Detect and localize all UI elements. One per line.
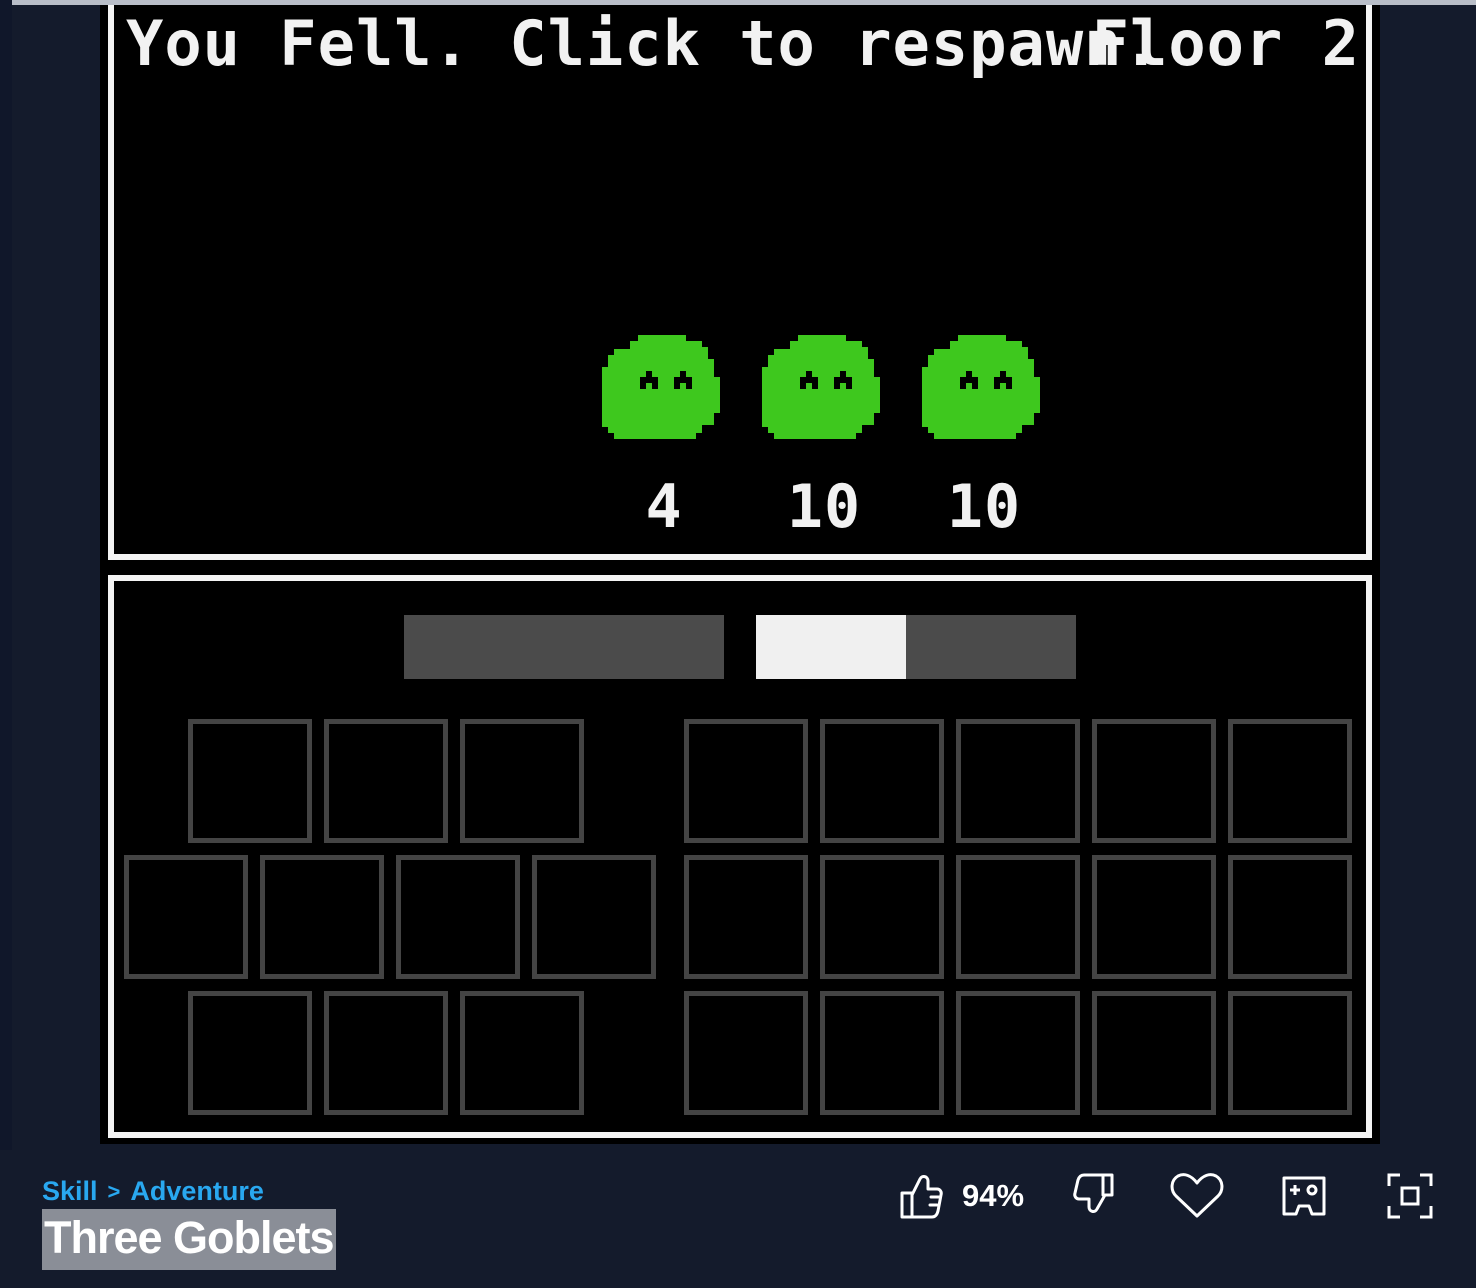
respawn-status-text[interactable]: You Fell. Click to respawn. (126, 13, 1161, 75)
left-rail (0, 0, 12, 1150)
backpack-slot[interactable] (820, 991, 944, 1115)
thumbs-down-icon (1073, 1173, 1114, 1213)
backpack-slot[interactable] (956, 991, 1080, 1115)
game-info-bar: Skill > Adventure Three Goblets 94% (0, 1150, 1476, 1288)
favorite-button[interactable] (1170, 1166, 1224, 1226)
game-viewport[interactable]: You Fell. Click to respawn. Floor 2 4 10… (108, 5, 1372, 560)
slime-enemy-2[interactable] (762, 335, 886, 443)
game-actions: 94% (0, 1166, 1476, 1226)
energy-bar (756, 615, 1076, 679)
slime-count-2: 10 (786, 472, 862, 542)
fullscreen-icon (1387, 1173, 1433, 1219)
equipment-slot[interactable] (324, 719, 448, 843)
health-bar (404, 615, 724, 679)
backpack-slot[interactable] (1228, 855, 1352, 979)
like-button[interactable]: 94% (898, 1166, 1024, 1226)
backpack-slot[interactable] (956, 855, 1080, 979)
dislike-button[interactable] (1072, 1166, 1118, 1226)
backpack-slot[interactable] (684, 991, 808, 1115)
equipment-slot[interactable] (188, 719, 312, 843)
backpack-slot[interactable] (956, 719, 1080, 843)
backpack-slot[interactable] (820, 855, 944, 979)
floor-indicator: Floor 2 (1091, 7, 1360, 80)
backpack-slot[interactable] (1228, 719, 1352, 843)
slime-count-3: 10 (946, 472, 1022, 542)
thumbs-up-icon (900, 1175, 943, 1219)
slime-body (762, 335, 880, 439)
like-percentage: 94% (962, 1178, 1025, 1213)
controls-button[interactable] (1280, 1166, 1328, 1226)
equipment-slot[interactable] (532, 855, 656, 979)
energy-bar-fill (756, 615, 907, 679)
backpack-slot[interactable] (1228, 991, 1352, 1115)
equipment-slot[interactable] (460, 719, 584, 843)
backpack-slot[interactable] (820, 719, 944, 843)
slime-enemy-3[interactable] (922, 335, 1046, 443)
equipment-slot[interactable] (124, 855, 248, 979)
gamepad-icon (1282, 1176, 1326, 1216)
backpack-slot[interactable] (1092, 719, 1216, 843)
slime-body (602, 335, 720, 439)
slime-body (922, 335, 1040, 439)
slime-enemy-1[interactable] (602, 335, 726, 443)
inventory-panel (108, 575, 1372, 1138)
backpack-slot[interactable] (684, 719, 808, 843)
equipment-slot[interactable] (396, 855, 520, 979)
game-canvas[interactable]: You Fell. Click to respawn. Floor 2 4 10… (100, 5, 1380, 1144)
fullscreen-button[interactable] (1386, 1166, 1434, 1226)
backpack-slot[interactable] (1092, 991, 1216, 1115)
equipment-slot[interactable] (260, 855, 384, 979)
equipment-slot[interactable] (188, 991, 312, 1115)
equipment-slot[interactable] (460, 991, 584, 1115)
backpack-slot[interactable] (684, 855, 808, 979)
backpack-slot[interactable] (1092, 855, 1216, 979)
slime-count-1: 4 (645, 472, 683, 542)
heart-icon (1170, 1173, 1224, 1218)
equipment-slot[interactable] (324, 991, 448, 1115)
